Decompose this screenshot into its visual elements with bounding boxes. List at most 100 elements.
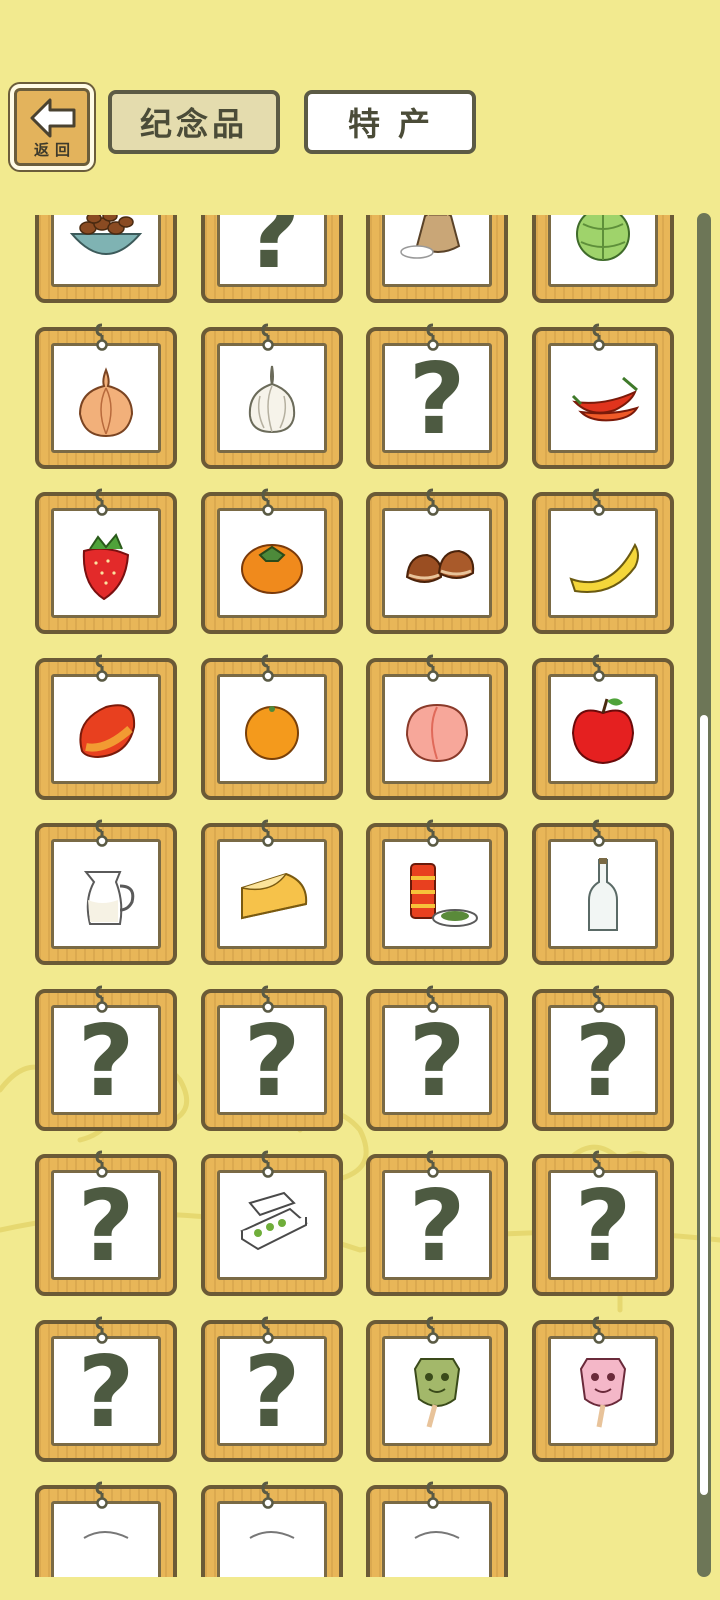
item-frame bbox=[548, 673, 658, 784]
strawberry-icon bbox=[82, 533, 130, 601]
collection-item-cheese[interactable] bbox=[201, 819, 343, 965]
collection-item-banana[interactable] bbox=[532, 488, 674, 634]
collection-item-unknown[interactable]: ? bbox=[366, 985, 508, 1131]
collection-item-milk[interactable] bbox=[35, 819, 177, 965]
collection-item-onion[interactable] bbox=[35, 323, 177, 469]
partial-item-icon bbox=[83, 1531, 129, 1539]
question-mark-icon: ? bbox=[243, 1004, 301, 1115]
item-frame bbox=[548, 1335, 658, 1446]
garlic-icon bbox=[248, 365, 296, 433]
hook-icon bbox=[261, 985, 274, 1013]
question-mark-icon: ? bbox=[77, 1170, 135, 1280]
collection-item-unknown[interactable]: ? bbox=[201, 215, 343, 303]
collection-item-chili[interactable] bbox=[532, 323, 674, 469]
question-mark-icon: ? bbox=[408, 1170, 466, 1280]
question-mark-icon: ? bbox=[574, 1004, 632, 1115]
hook-icon bbox=[95, 819, 108, 847]
collection-item-chestnut[interactable] bbox=[366, 488, 508, 634]
hook-icon bbox=[95, 1481, 108, 1509]
hook-icon bbox=[261, 1150, 274, 1178]
collection-item-strawberry[interactable] bbox=[35, 488, 177, 634]
bottle-icon bbox=[588, 858, 618, 931]
collection-item-garlic[interactable] bbox=[201, 323, 343, 469]
collection-item-unknown[interactable]: ? bbox=[201, 1316, 343, 1462]
scrollbar[interactable] bbox=[697, 213, 711, 1577]
collection-item-persimmon[interactable] bbox=[201, 488, 343, 634]
hook-icon bbox=[261, 819, 274, 847]
collection-item-unknown[interactable]: ? bbox=[35, 1150, 177, 1296]
back-button[interactable]: 返回 bbox=[10, 84, 94, 170]
collection-item-partial-1[interactable] bbox=[35, 1481, 177, 1577]
cabbage-icon bbox=[576, 215, 630, 261]
item-frame bbox=[51, 342, 161, 453]
collection-item-unknown[interactable]: ? bbox=[366, 1150, 508, 1296]
item-frame bbox=[548, 215, 658, 287]
partial-item-icon bbox=[414, 1531, 460, 1539]
collection-item-unknown[interactable]: ? bbox=[201, 985, 343, 1131]
tab-souvenir[interactable]: 纪念品 bbox=[108, 90, 280, 154]
hook-icon bbox=[261, 1481, 274, 1509]
item-frame: ? bbox=[217, 1335, 327, 1446]
hook-icon bbox=[95, 488, 108, 516]
green-mask-candy-icon bbox=[413, 1357, 461, 1428]
pink-mask-candy-icon bbox=[579, 1357, 627, 1427]
item-frame bbox=[217, 342, 327, 453]
collection-item-unknown[interactable]: ? bbox=[366, 323, 508, 469]
item-frame bbox=[382, 215, 492, 287]
collection-item-orange[interactable] bbox=[201, 654, 343, 800]
collection-item-pink-mask-candy[interactable] bbox=[532, 1316, 674, 1462]
hook-icon bbox=[261, 488, 274, 516]
arrow-left-icon bbox=[30, 98, 76, 138]
item-frame bbox=[217, 839, 327, 949]
hook-icon bbox=[592, 1150, 605, 1178]
collection-item-partial-2[interactable] bbox=[201, 1481, 343, 1577]
collection-item-green-mask-candy[interactable] bbox=[366, 1316, 508, 1462]
item-frame: ? bbox=[382, 1170, 492, 1280]
hook-icon bbox=[426, 323, 439, 351]
collection-item-mango[interactable] bbox=[35, 654, 177, 800]
item-frame: ? bbox=[382, 342, 492, 453]
collection-item-unknown[interactable]: ? bbox=[532, 1150, 674, 1296]
tab-specialty[interactable]: 特产 bbox=[304, 90, 476, 154]
item-frame bbox=[382, 1501, 492, 1577]
item-frame bbox=[51, 215, 161, 287]
collection-item-tea-can[interactable] bbox=[366, 819, 508, 965]
hook-icon bbox=[261, 323, 274, 351]
item-frame bbox=[51, 839, 161, 949]
milk-jug-icon bbox=[83, 871, 135, 925]
hook-icon bbox=[592, 985, 605, 1013]
rice-sack-icon bbox=[400, 215, 461, 259]
collection-item-nuts-bowl[interactable] bbox=[35, 215, 177, 303]
question-mark-icon: ? bbox=[243, 215, 301, 287]
hook-icon bbox=[95, 654, 108, 682]
hook-icon bbox=[426, 654, 439, 682]
collection-item-apple[interactable] bbox=[532, 654, 674, 800]
scrollbar-thumb[interactable] bbox=[700, 715, 708, 1495]
question-mark-icon: ? bbox=[408, 342, 466, 453]
collection-item-bento[interactable] bbox=[201, 1150, 343, 1296]
item-frame bbox=[217, 1170, 327, 1280]
item-frame: ? bbox=[548, 1170, 658, 1280]
collection-item-cabbage[interactable] bbox=[532, 215, 674, 303]
collection-item-unknown[interactable]: ? bbox=[532, 985, 674, 1131]
hook-icon bbox=[95, 323, 108, 351]
orange-icon bbox=[245, 705, 299, 760]
item-frame bbox=[382, 508, 492, 618]
collection-item-partial-3[interactable] bbox=[366, 1481, 508, 1577]
hook-icon bbox=[592, 323, 605, 351]
hook-icon bbox=[426, 1150, 439, 1178]
mango-icon bbox=[79, 703, 136, 758]
collection-item-peach[interactable] bbox=[366, 654, 508, 800]
item-frame bbox=[382, 839, 492, 949]
collection-item-bottle[interactable] bbox=[532, 819, 674, 965]
collection-item-rice-sack[interactable] bbox=[366, 215, 508, 303]
hook-icon bbox=[95, 985, 108, 1013]
hook-icon bbox=[95, 1316, 108, 1344]
hook-icon bbox=[261, 1316, 274, 1344]
item-frame bbox=[51, 1501, 161, 1577]
hook-icon bbox=[592, 488, 605, 516]
collection-grid[interactable]: ??????????? bbox=[0, 215, 720, 1577]
question-mark-icon: ? bbox=[77, 1335, 135, 1446]
collection-item-unknown[interactable]: ? bbox=[35, 1316, 177, 1462]
collection-item-unknown[interactable]: ? bbox=[35, 985, 177, 1131]
